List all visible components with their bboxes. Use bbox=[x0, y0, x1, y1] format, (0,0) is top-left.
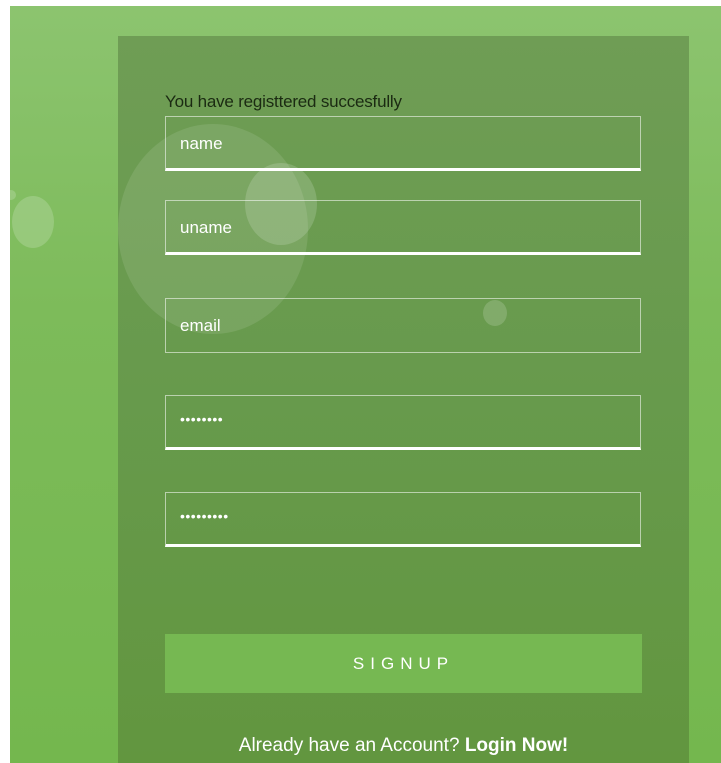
name-field-value: name bbox=[180, 134, 223, 153]
username-field[interactable]: uname bbox=[165, 200, 641, 255]
login-now-link[interactable]: Login Now! bbox=[465, 735, 568, 756]
signup-button[interactable]: SIGNUP bbox=[165, 634, 642, 693]
username-field-value: uname bbox=[180, 218, 232, 237]
email-field[interactable]: email bbox=[165, 298, 641, 353]
page-background: You have registtered succesfully name un… bbox=[10, 6, 721, 763]
decorative-bubble bbox=[12, 196, 54, 248]
confirm-password-field[interactable]: ••••••••• bbox=[165, 492, 641, 547]
name-field[interactable]: name bbox=[165, 116, 641, 171]
login-prompt-text: Already have an Account? bbox=[238, 735, 465, 756]
email-field-value: email bbox=[180, 316, 221, 335]
password-field[interactable]: •••••••• bbox=[165, 395, 641, 450]
login-prompt: Already have an Account? Login Now! bbox=[118, 735, 689, 757]
success-message: You have registtered succesfully bbox=[165, 92, 402, 111]
decorative-bubble bbox=[10, 190, 16, 200]
confirm-password-field-value: ••••••••• bbox=[180, 508, 229, 524]
signup-card: You have registtered succesfully name un… bbox=[118, 36, 689, 763]
password-field-value: •••••••• bbox=[180, 411, 224, 427]
